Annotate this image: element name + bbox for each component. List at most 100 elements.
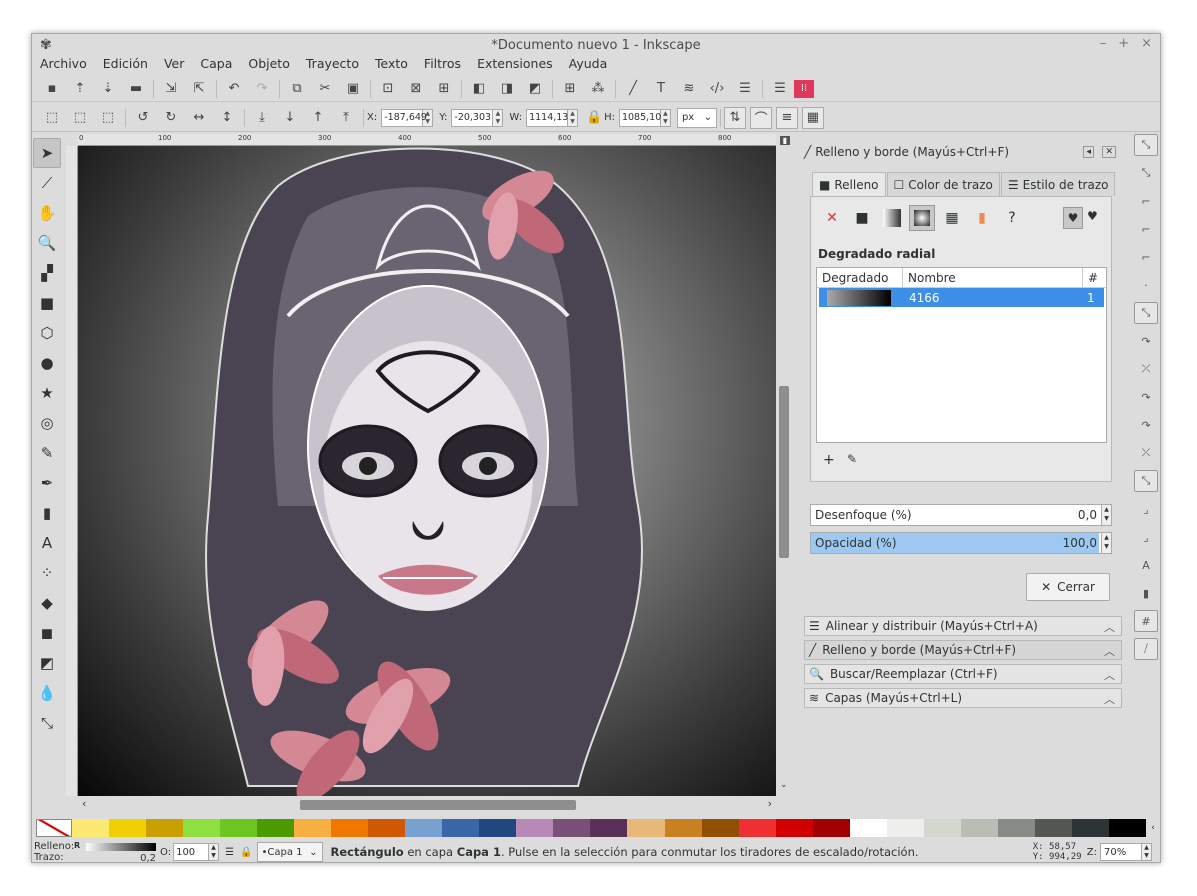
fill-rule-nonzero-icon[interactable]: ♥ (1087, 209, 1098, 223)
zoom-tool-icon[interactable]: 🔍 (33, 228, 61, 258)
rotate-ccw-icon[interactable]: ↺ (129, 107, 157, 129)
tab-relleno[interactable]: ■ Relleno (812, 172, 886, 196)
palette-swatch[interactable] (442, 819, 480, 837)
dock-find-replace[interactable]: 🔍 Buscar/Reemplazar (Ctrl+F) ︿ (804, 664, 1122, 684)
zoom-selection-icon[interactable]: ⊡ (374, 78, 402, 100)
horizontal-scrollbar[interactable]: ‹ › (78, 796, 776, 812)
close-button[interactable]: ✕ Cerrar (1026, 573, 1110, 601)
flip-horizontal-icon[interactable]: ↔ (185, 107, 213, 129)
dock-fill-stroke[interactable]: ╱ Relleno y borde (Mayús+Ctrl+F) ︿ (804, 640, 1122, 660)
snap-page-icon[interactable]: ▮ (1134, 582, 1158, 604)
import-icon[interactable]: ⇲ (157, 78, 185, 100)
selector-tool-icon[interactable]: ➤ (33, 138, 61, 168)
blur-spinner[interactable]: ▲ ▼ (1101, 505, 1111, 525)
w-input[interactable]: 1114,13 (526, 108, 568, 127)
clone-icon[interactable]: ◨ (493, 78, 521, 100)
snap-nodes-icon[interactable]: ⤡ (1134, 302, 1158, 324)
snap-rotation-center-icon[interactable]: ⌟ (1134, 526, 1158, 548)
scroll-left-icon[interactable]: ‹ (82, 797, 86, 810)
palette-swatch[interactable] (664, 819, 702, 837)
palette-swatch[interactable] (405, 819, 443, 837)
dropper-tool-icon[interactable]: 💧 (33, 678, 61, 708)
snap-bbox-center-icon[interactable]: · (1134, 274, 1158, 296)
palette-swatch[interactable] (775, 819, 813, 837)
tab-estilo-trazo[interactable]: ☰ Estilo de trazo (1000, 172, 1116, 196)
menu-filtros[interactable]: Filtros (416, 56, 469, 74)
snap-center-icon[interactable]: ⌟ (1134, 498, 1158, 520)
spiral-tool-icon[interactable]: ◎ (33, 408, 61, 438)
layer-select[interactable]: •Capa 1 ⌄ (256, 842, 323, 862)
edit-gradient-icon[interactable]: ✎ (847, 452, 857, 466)
snap-text-baseline-icon[interactable]: A (1134, 554, 1158, 576)
gradient-list[interactable]: Degradado Nombre # 4166 1 (816, 267, 1107, 443)
layer-lock-icon[interactable]: 🔒 (240, 847, 252, 858)
redo-icon[interactable]: ↷ (248, 78, 276, 100)
menu-edicion[interactable]: Edición (95, 56, 156, 74)
no-color-swatch[interactable] (36, 819, 72, 837)
move-patterns-icon[interactable]: ▦ (801, 106, 824, 129)
snap-enable-icon[interactable]: ⤡ (1134, 134, 1158, 156)
snap-bbox-midpoint-icon[interactable]: ⌐ (1134, 246, 1158, 268)
palette-swatch[interactable] (738, 819, 776, 837)
zoom-drawing-icon[interactable]: ⊠ (402, 78, 430, 100)
lower-bottom-icon[interactable]: ⤓ (248, 107, 276, 129)
cut-icon[interactable]: ✂ (311, 78, 339, 100)
maximize-icon[interactable]: + (1118, 36, 1129, 51)
move-gradients-icon[interactable]: ≡ (775, 106, 798, 129)
menu-ver[interactable]: Ver (156, 56, 192, 74)
rotate-cw-icon[interactable]: ↻ (157, 107, 185, 129)
document-properties-icon[interactable]: ⁞⁞ (794, 79, 814, 98)
text-dialog-icon[interactable]: T (647, 78, 675, 100)
h-spinner[interactable]: ▲ ▼ (660, 108, 671, 127)
dock-align-distribute[interactable]: ☰ Alinear y distribuir (Mayús+Ctrl+A) ︿ (804, 616, 1122, 636)
menu-ayuda[interactable]: Ayuda (561, 56, 616, 74)
text-tool-icon[interactable]: A (33, 528, 61, 558)
snap-others-icon[interactable]: ⤡ (1134, 470, 1158, 492)
palette-swatch[interactable] (923, 819, 961, 837)
no-paint-icon[interactable]: ✕ (819, 205, 845, 231)
fill-rule-evenodd-icon[interactable]: ♥ (1063, 207, 1083, 229)
palette-swatch[interactable] (849, 819, 887, 837)
flip-vertical-icon[interactable]: ↕ (213, 107, 241, 129)
export-icon[interactable]: ⇱ (185, 78, 213, 100)
flat-color-icon[interactable]: ■ (849, 205, 875, 231)
select-all-icon[interactable]: ⬚ (38, 107, 66, 129)
snap-bbox-icon[interactable]: ⤡ (1134, 162, 1158, 184)
connector-tool-icon[interactable]: ⤡ (33, 708, 61, 738)
vertical-scrollbar[interactable]: ▮ ⌄ (776, 134, 792, 796)
horizontal-scroll-thumb[interactable] (300, 800, 576, 810)
align-dialog-icon[interactable]: ☰ (731, 78, 759, 100)
h-input[interactable]: 1085,10 (618, 108, 661, 127)
palette-menu-icon[interactable]: ‹ (1146, 823, 1160, 833)
palette-swatch[interactable] (368, 819, 406, 837)
palette-swatch[interactable] (1108, 819, 1146, 837)
opacity-spinner[interactable]: ▲ ▼ (1101, 533, 1111, 553)
panel-close-icon[interactable]: ✕ (1102, 146, 1116, 158)
add-gradient-icon[interactable]: + (823, 452, 835, 468)
unset-paint-icon[interactable]: ? (999, 205, 1025, 231)
unlink-clone-icon[interactable]: ◩ (521, 78, 549, 100)
palette-swatch[interactable] (960, 819, 998, 837)
linear-gradient-icon[interactable] (883, 209, 901, 227)
opacity-status-input[interactable]: 100 (173, 843, 210, 861)
snap-paths-icon[interactable]: ↷ (1134, 330, 1158, 352)
blur-input[interactable]: 0,0 (1078, 508, 1101, 522)
ellipse-tool-icon[interactable]: ● (33, 348, 61, 378)
open-icon[interactable]: ⇡ (66, 78, 94, 100)
palette-swatch[interactable] (1034, 819, 1072, 837)
scale-stroke-icon[interactable]: ⇅ (723, 106, 746, 129)
pen-tool-icon[interactable]: ✒ (33, 468, 61, 498)
palette-swatch[interactable] (627, 819, 665, 837)
pattern-icon[interactable]: ▮ (969, 205, 995, 231)
3d-box-tool-icon[interactable]: ⬡ (33, 318, 61, 348)
palette-swatch[interactable] (886, 819, 924, 837)
opacity-status-spinner[interactable]: ▲ ▼ (209, 843, 220, 861)
spray-tool-icon[interactable]: ⁘ (33, 558, 61, 588)
scale-corners-icon[interactable]: ⌒ (749, 106, 772, 129)
palette-swatch[interactable] (590, 819, 628, 837)
snap-bbox-corner-icon[interactable]: ⌐ (1134, 218, 1158, 240)
node-tool-icon[interactable]: ⟋ (33, 168, 61, 198)
zoom-page-icon[interactable]: ⊞ (430, 78, 458, 100)
eraser-tool-icon[interactable]: ◆ (33, 588, 61, 618)
calligraphy-tool-icon[interactable]: ▮ (33, 498, 61, 528)
